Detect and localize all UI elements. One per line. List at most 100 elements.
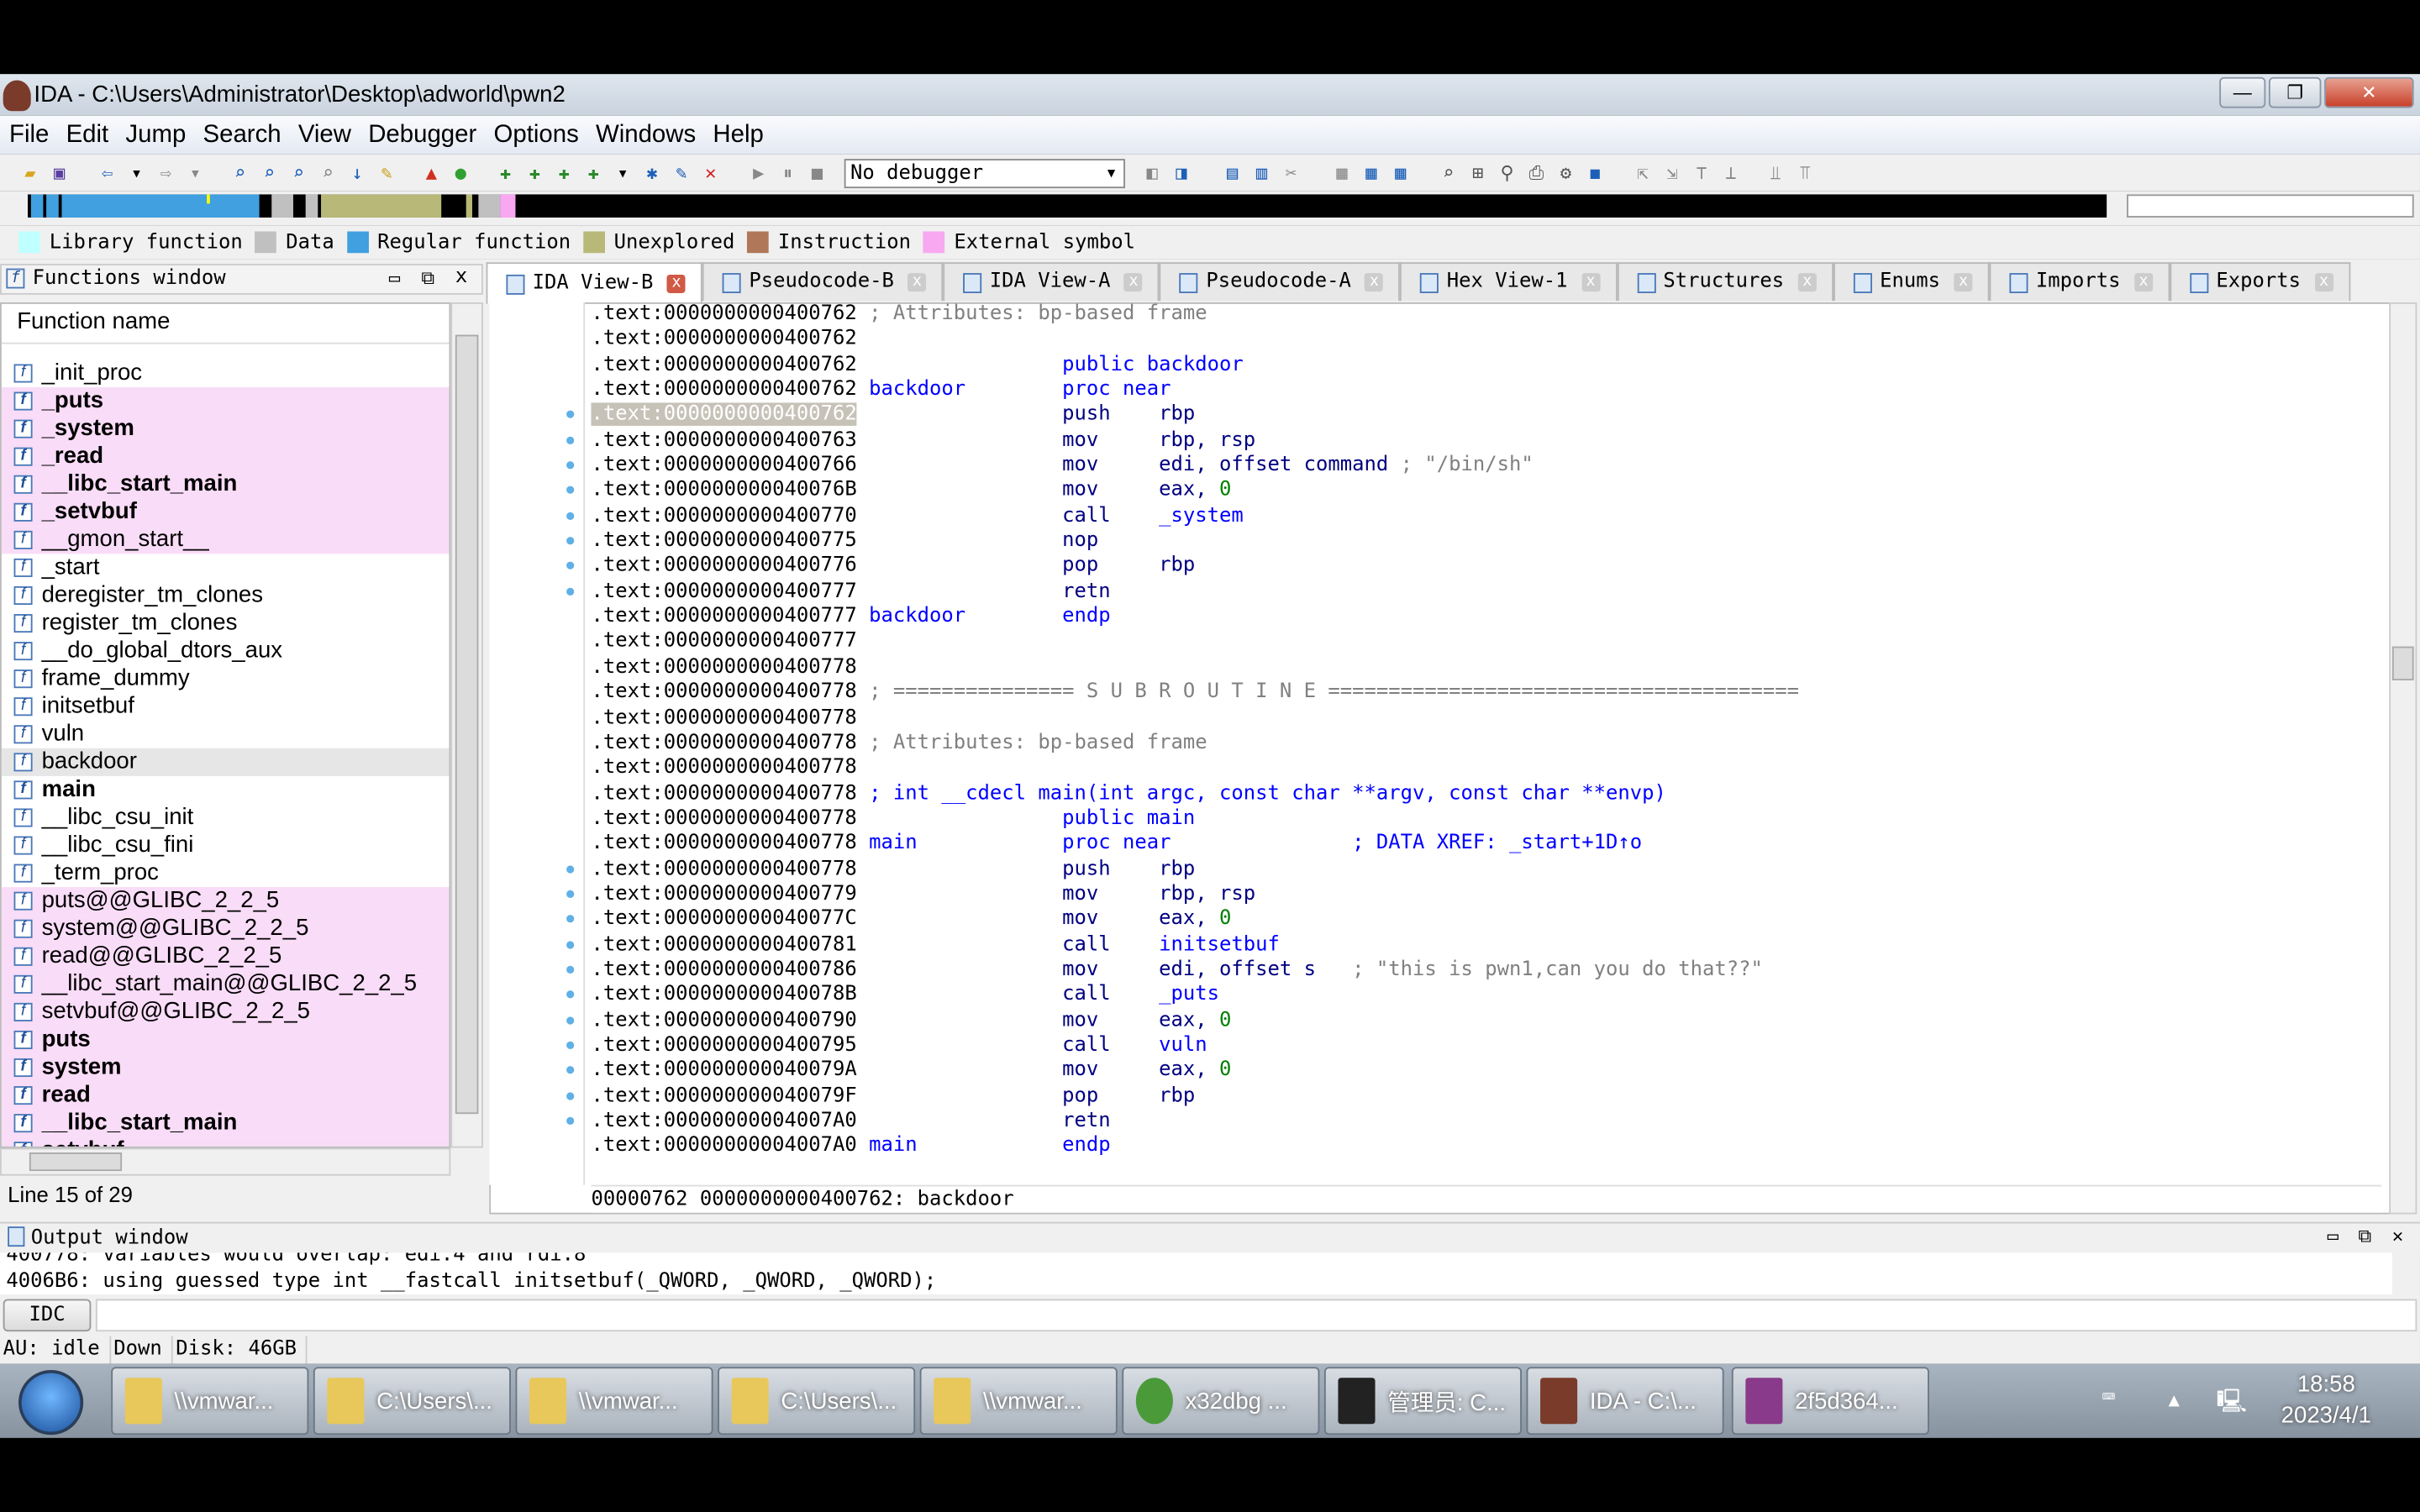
code-xref-icon[interactable]: ◨ [1170,161,1193,185]
calls-icon[interactable]: ⚙ [1555,161,1578,185]
make-code-icon[interactable]: ✚ [494,161,518,185]
menu-windows[interactable]: Windows [596,121,696,149]
tab-ida-view-a[interactable]: IDA View-A x [943,262,1160,302]
float-pane-icon[interactable]: ▭ [389,267,400,289]
breakpoint-marker[interactable] [566,1116,575,1125]
maximize-button[interactable]: ❐ [2268,76,2322,108]
function-row[interactable]: f __gmon_start__ [1,526,450,554]
breakpoint-marker[interactable] [566,864,575,873]
disasm-line[interactable]: .text:0000000000400781 call initsetbuf [566,932,2381,958]
enums-icon[interactable]: ▥ [1250,161,1274,185]
tab-ida-view-b[interactable]: IDA View-B x [486,262,703,304]
close-tab-icon[interactable]: x [908,273,927,292]
strings-icon[interactable]: ✎ [375,161,398,185]
breakpoint-marker[interactable] [566,461,575,470]
idc-button[interactable]: IDC [3,1299,92,1332]
breakpoint-marker[interactable] [566,1016,575,1024]
forward-dropdown-icon[interactable]: ▾ [184,161,208,185]
function-row[interactable]: f __do_global_dtors_aux [2,638,450,665]
disasm-line[interactable]: .text:0000000000400778 public main [591,806,2381,832]
close-tab-icon[interactable]: x [1365,273,1384,292]
breakpoint-marker[interactable] [566,940,575,948]
taskbar-item[interactable]: x32dbg ... [1122,1367,1320,1436]
align-icon[interactable]: ⫫ [1764,161,1787,185]
functions-vertical-scrollbar[interactable] [450,302,483,1148]
disasm-line[interactable]: .text:0000000000400779 mov rbp, rsp [566,882,2381,907]
function-row[interactable]: f system@@GLIBC_2_2_5 [1,915,450,943]
disasm-line[interactable]: .text:000000000040079F pop rbp [566,1084,2381,1110]
disasm-line[interactable]: .text:00000000004007A0 main endp [591,1135,2381,1160]
disassembly-lines[interactable]: .text:0000000000400762 ; Attributes: bp-… [566,302,2381,1160]
menu-view[interactable]: View [298,121,351,149]
function-row[interactable]: f __libc_start_main [1,1109,450,1137]
disasm-line[interactable]: .text:0000000000400770 call _system [566,504,2381,529]
function-row[interactable]: f main [2,776,450,804]
keyboard-icon[interactable]: ⌨ [2102,1385,2115,1410]
clock[interactable]: 18:58 2023/4/1 [2281,1370,2371,1431]
run-script-icon[interactable]: ● [449,161,472,185]
colors-icon[interactable]: ◼ [1583,161,1607,185]
search-next-icon[interactable]: ⌕ [317,161,340,185]
stop-icon[interactable]: ■ [806,161,829,185]
disasm-line[interactable]: .text:000000000040076B mov eax, 0 [566,479,2381,504]
idc-command-input[interactable] [95,1299,2417,1332]
function-row[interactable]: f __libc_start_main@@GLIBC_2_2_5 [1,970,450,999]
taskbar-item[interactable]: 2f5d364... [1731,1367,1929,1436]
menu-search[interactable]: Search [203,121,281,149]
string-dropdown-icon[interactable]: ▾ [611,161,634,185]
structures-icon[interactable]: ▤ [1221,161,1244,185]
function-row[interactable]: f _start [2,554,450,581]
disasm-line[interactable]: .text:0000000000400777 retn [566,580,2381,605]
type-icon[interactable]: ⊤ [1690,161,1713,185]
disasm-line[interactable]: .text:0000000000400775 nop [566,529,2381,554]
disasm-line[interactable]: .text:0000000000400777 [591,630,2381,655]
disasm-line[interactable]: .text:0000000000400762 public backdoor [591,353,2381,378]
function-row[interactable]: f _system [1,415,450,444]
function-row[interactable]: f read@@GLIBC_2_2_5 [1,942,450,971]
delete-type-icon[interactable]: ⊥ [1719,161,1743,185]
tab-exports[interactable]: Exports x [2170,262,2350,302]
disasm-line[interactable]: .text:0000000000400762 backdoor proc nea… [591,378,2381,403]
disasm-line[interactable]: .text:000000000040079A mov eax, 0 [566,1059,2381,1084]
make-data-icon[interactable]: ✚ [523,161,547,185]
function-row[interactable]: f _init_proc [2,360,450,387]
disassembly-scrollbar[interactable] [2389,302,2417,1215]
disasm-line[interactable]: .text:0000000000400762 ; Attributes: bp-… [591,302,2381,328]
close-tab-icon[interactable]: x [1124,273,1144,292]
make-string-icon[interactable]: ✚ [581,161,605,185]
disasm-line[interactable]: .text:0000000000400778 ; Attributes: bp-… [591,731,2381,756]
disasm-line[interactable]: .text:00000000004007A0 retn [566,1110,2381,1135]
function-row[interactable]: f setvbuf@@GLIBC_2_2_5 [1,998,450,1026]
disasm-line[interactable]: .text:0000000000400762 push rbp [566,403,2381,428]
disasm-line[interactable]: .text:0000000000400763 mov rbp, rsp [566,428,2381,454]
taskbar-item[interactable]: 管理员: C... [1323,1367,1523,1436]
menu-help[interactable]: Help [713,121,763,149]
code-ref-icon[interactable]: ◧ [1140,161,1164,185]
breakpoint-marker[interactable] [566,587,575,596]
close-tab-icon[interactable]: x [1797,273,1817,292]
breakpoint-marker[interactable] [566,436,575,444]
debugger-select[interactable]: No debugger [844,158,1125,188]
menu-options[interactable]: Options [493,121,578,149]
function-row[interactable]: f read [1,1081,450,1110]
disasm-line[interactable]: .text:0000000000400776 pop rbp [566,554,2381,580]
open-icon[interactable]: ▰ [18,161,42,185]
taskbar-item[interactable]: \\vmwar... [919,1367,1118,1436]
taskbar-item[interactable]: C:\Users\... [313,1367,511,1436]
disasm-line[interactable]: .text:0000000000400762 [591,328,2381,353]
functions-icon[interactable]: ▦ [1389,161,1413,185]
export-icon[interactable]: ⇱ [1631,161,1655,185]
navigation-combo[interactable] [2127,194,2414,218]
function-row[interactable]: f vuln [2,721,450,748]
close-tab-icon[interactable]: x [666,274,687,293]
show-hidden-icons[interactable]: ▲ [2169,1389,2180,1410]
disasm-line[interactable]: .text:0000000000400778 [591,756,2381,781]
dock-pane-icon[interactable]: ⧉ [421,267,434,291]
zoom-icon[interactable]: ⌕ [1437,161,1460,185]
make-array-icon[interactable]: ✱ [640,161,664,185]
menu-jump[interactable]: Jump [125,121,186,149]
disasm-line[interactable]: .text:0000000000400778 ; int __cdecl mai… [591,781,2381,806]
function-row[interactable]: f initsetbuf [2,693,450,721]
scroll-thumb[interactable] [455,334,479,1115]
function-row[interactable]: f _read [1,443,450,471]
